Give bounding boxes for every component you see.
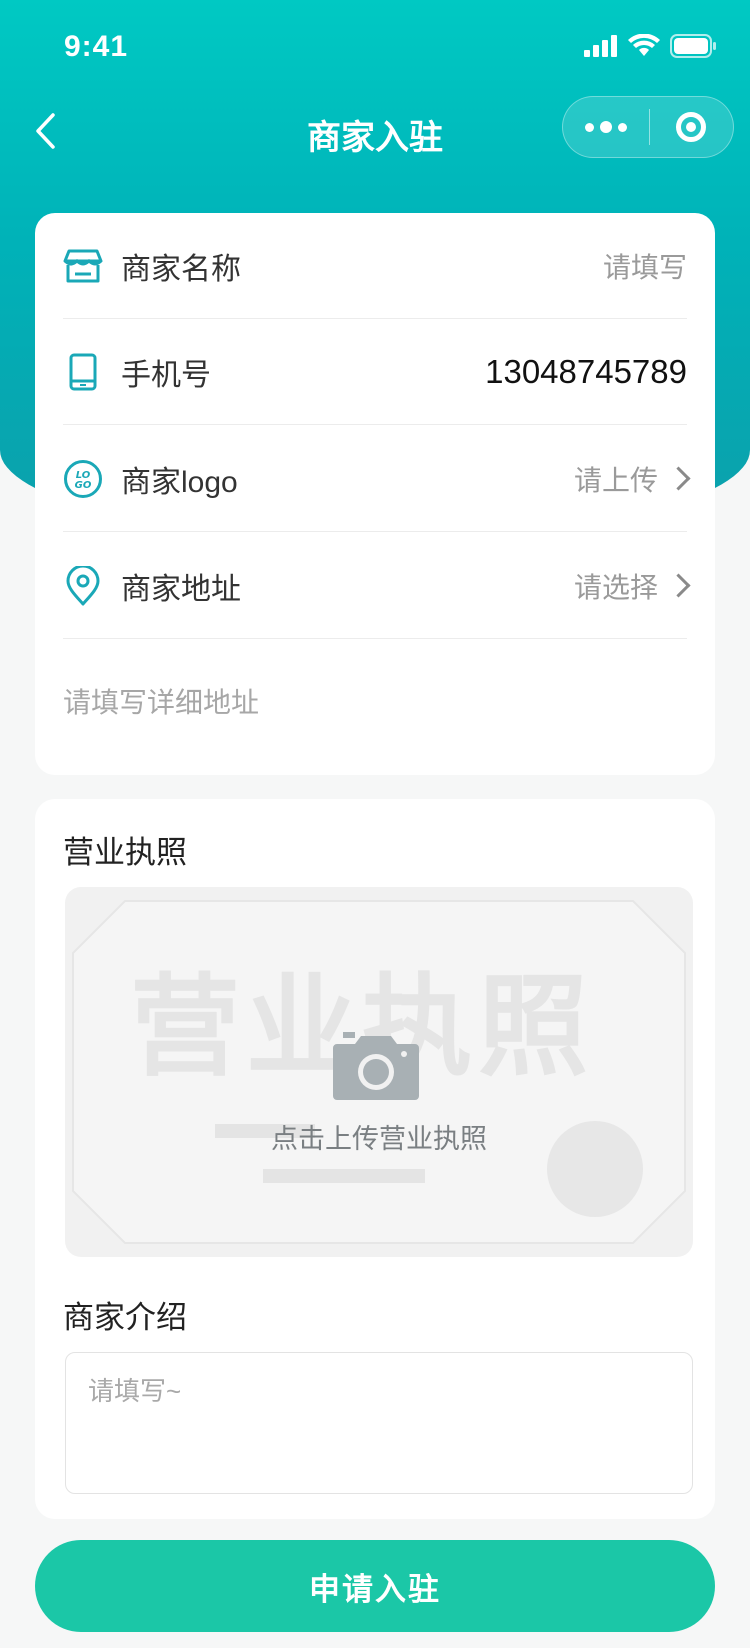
merchant-name-input[interactable]: 请填写 bbox=[603, 246, 687, 286]
store-icon bbox=[63, 246, 103, 286]
license-upload-area[interactable]: 营业执照 点击上传营业执照 bbox=[65, 887, 693, 1257]
miniprogram-capsule bbox=[562, 96, 734, 158]
detail-address-input[interactable]: 请填写详细地址 bbox=[63, 681, 259, 721]
phone-icon bbox=[63, 352, 103, 392]
address-row[interactable]: 商家地址 请选择 bbox=[63, 533, 691, 639]
signal-icon bbox=[584, 35, 617, 57]
license-intro-card: 营业执照 营业执照 点击上传营业执照 商家介绍 请填写~ bbox=[35, 799, 715, 1519]
intro-textarea[interactable]: 请填写~ bbox=[65, 1352, 693, 1494]
chevron-right-icon bbox=[666, 573, 691, 598]
phone-row[interactable]: 手机号 13048745789 bbox=[63, 319, 687, 425]
intro-title: 商家介绍 bbox=[63, 1300, 187, 1335]
merchant-name-label: 商家名称 bbox=[121, 252, 241, 286]
location-pin-icon bbox=[63, 565, 103, 606]
logo-upload-text: 请上传 bbox=[573, 464, 658, 496]
svg-text:GO: GO bbox=[75, 480, 92, 491]
phone-label: 手机号 bbox=[121, 358, 211, 392]
license-title: 营业执照 bbox=[63, 835, 187, 870]
logo-row[interactable]: LO GO 商家logo 请上传 bbox=[63, 426, 691, 532]
status-time: 9:41 bbox=[64, 30, 129, 63]
more-icon bbox=[584, 122, 594, 132]
basic-info-card: 商家名称 请填写 手机号 13048745789 LO GO 商家logo 请上… bbox=[35, 213, 715, 775]
status-icons bbox=[584, 34, 716, 58]
license-upload-text: 点击上传营业执照 bbox=[271, 1124, 487, 1154]
navigation-bar: 商家入驻 bbox=[0, 88, 750, 176]
address-label: 商家地址 bbox=[121, 572, 241, 606]
close-miniprogram-button[interactable] bbox=[650, 97, 734, 157]
wifi-icon bbox=[628, 34, 660, 56]
status-bar: 9:41 bbox=[0, 0, 750, 88]
address-select-text: 请选择 bbox=[573, 571, 658, 603]
logo-upload[interactable]: 请上传 bbox=[573, 459, 691, 499]
logo-icon: LO GO bbox=[63, 459, 103, 499]
battery-icon bbox=[670, 34, 716, 58]
close-target-icon bbox=[676, 112, 707, 142]
address-select[interactable]: 请选择 bbox=[573, 566, 691, 606]
chevron-right-icon bbox=[666, 466, 691, 491]
submit-button[interactable]: 申请入驻 bbox=[35, 1540, 715, 1632]
phone-input[interactable]: 13048745789 bbox=[485, 353, 687, 391]
merchant-name-row[interactable]: 商家名称 请填写 bbox=[63, 213, 687, 319]
camera-icon bbox=[333, 1032, 419, 1100]
logo-label: 商家logo bbox=[121, 465, 238, 499]
more-button[interactable] bbox=[563, 97, 649, 157]
